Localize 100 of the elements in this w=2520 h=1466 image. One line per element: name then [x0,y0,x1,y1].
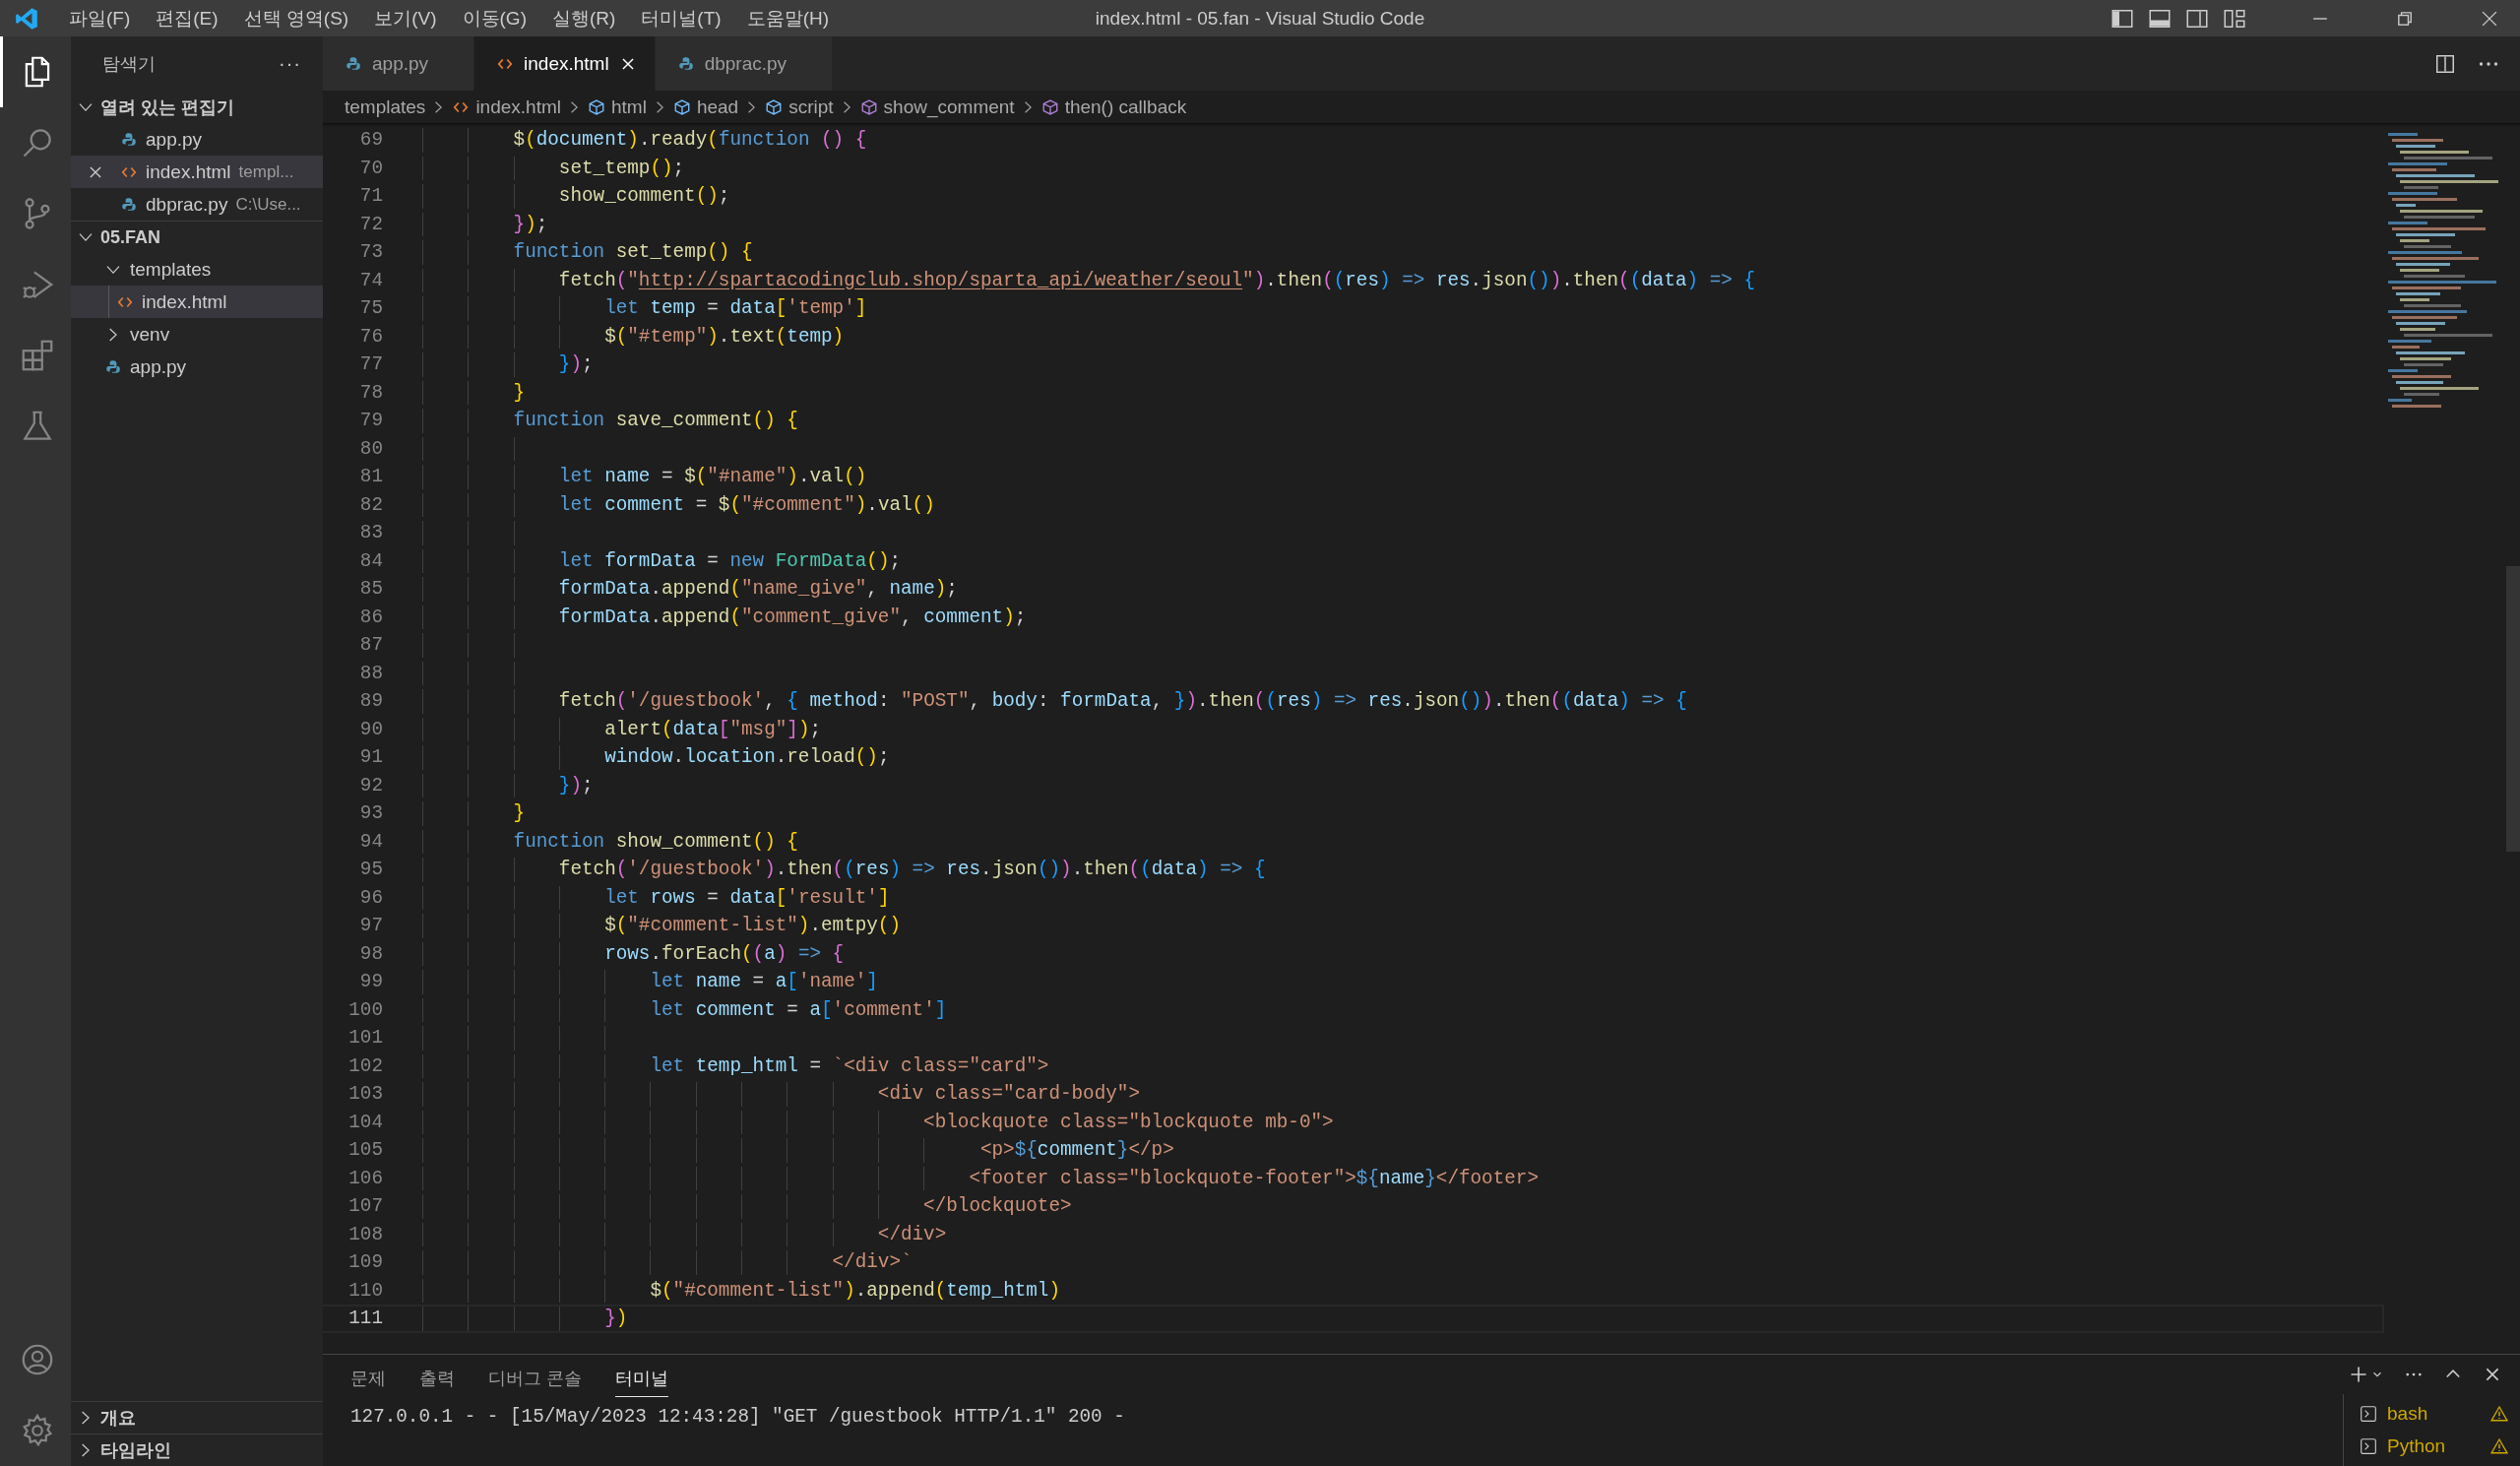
line-number: 73 [358,241,384,264]
line-number: 110 [347,1279,384,1302]
chevron-icon [656,100,663,113]
line-number: 99 [358,971,384,993]
terminal-output: 127.0.0.1 - - [15/May/2023 12:43:28] "GET /guestbook HTTP/1.1" 200 - [350,1406,1126,1428]
tree-item[interactable]: venv [71,318,323,351]
line-number: 76 [358,325,384,348]
breadcrumb-item[interactable]: head [696,96,739,118]
line-number: 86 [358,606,384,628]
breadcrumb-item[interactable]: index.html [475,96,561,118]
line-number: 91 [358,746,384,769]
menu-item[interactable]: 실행(R) [551,5,616,32]
line-number: 80 [358,437,384,460]
menu-item[interactable]: 이동(G) [462,5,527,32]
line-number: 74 [358,269,384,291]
panel-tab[interactable]: 터미널 [615,1360,668,1397]
line-number: 83 [358,522,384,544]
line-number: 95 [358,859,384,881]
line-number: 72 [358,213,384,235]
line-number: 101 [347,1027,384,1050]
line-number: 81 [358,466,384,488]
editor-tab[interactable]: index.html [474,36,656,91]
tree-item[interactable]: templates [71,253,323,286]
line-number: 88 [358,662,384,684]
line-number: 106 [347,1167,384,1189]
line-number: 107 [347,1195,384,1218]
chevron-icon [843,100,850,113]
panel-tab[interactable]: 디버그 콘솔 [488,1360,582,1397]
vscode-logo-icon [14,5,39,32]
line-number: 90 [358,718,384,740]
cube-icon [859,97,878,116]
menu-item[interactable]: 터미널(T) [641,5,722,32]
line-number: 89 [358,690,384,713]
panel-tab[interactable]: 출력 [419,1360,455,1397]
breadcrumb-item[interactable]: templates [345,96,426,118]
python-icon [676,54,695,73]
breadcrumb-item[interactable]: script [788,96,834,118]
cube-icon [1040,97,1059,116]
line-number: 92 [358,774,384,797]
tree-item[interactable]: index.html [71,286,323,318]
line-number: 84 [358,549,384,572]
chevron-icon [106,265,120,274]
line-number: 111 [347,1307,384,1330]
section-header[interactable]: 열려 있는 편집기 [71,91,323,123]
terminal-icon [2360,1437,2377,1455]
line-number: 96 [358,886,384,909]
python-icon [120,130,138,149]
menu-item[interactable]: 도움말(H) [746,5,829,32]
line-number: 78 [358,381,384,404]
cube-icon [672,97,691,116]
line-number: 75 [358,297,384,320]
cube-icon [588,97,605,116]
line-number: 100 [347,998,384,1021]
line-number: 104 [347,1111,384,1133]
line-number: 79 [358,410,384,432]
line-number: 69 [358,129,384,152]
chevron-icon [571,100,578,113]
line-number: 93 [358,802,384,825]
menu-item[interactable]: 보기(V) [374,5,437,32]
line-number: 85 [358,578,384,601]
plus-icon[interactable] [2349,1365,2368,1384]
chevron-icon [109,327,117,342]
line-number: 82 [358,493,384,516]
python-icon [104,357,122,376]
sidebar-title: 탐색기 [102,52,156,76]
line-number: 103 [347,1083,384,1106]
breadcrumb-item[interactable]: html [611,96,647,118]
line-number: 87 [358,634,384,657]
open-editor-item[interactable]: dbprac.py C:\Use... [71,188,323,221]
python-icon [345,54,362,73]
line-number: 94 [358,830,384,853]
terminal-icon [2360,1405,2377,1423]
breadcrumb-item[interactable]: show_comment [883,96,1015,118]
line-number: 105 [347,1139,384,1162]
line-number: 109 [347,1251,384,1274]
python-icon [120,195,138,214]
line-number: 102 [347,1054,384,1077]
terminal-item[interactable]: Python [2344,1430,2520,1463]
tree-item[interactable]: app.py [71,351,323,383]
line-number: 108 [347,1223,384,1245]
cube-icon [765,97,784,116]
chevron-icon [748,100,756,113]
menu-item[interactable]: 선택 영역(S) [243,5,349,32]
more-actions-button[interactable]: ··· [279,52,301,75]
open-editor-item[interactable]: app.py [71,123,323,156]
line-number: 98 [358,942,384,965]
line-number: 70 [358,157,384,179]
terminal-item[interactable]: bash [2344,1397,2520,1431]
menu-item[interactable]: 파일(F) [69,5,131,32]
panel-tab[interactable]: 문제 [350,1360,386,1397]
breadcrumb-item[interactable]: then() callback [1064,96,1187,118]
editor-tab[interactable]: dbprac.py [655,36,834,91]
menu-item[interactable]: 편집(E) [156,5,219,32]
line-number: 97 [358,915,384,937]
window-title: index.html - 05.fan - Visual Studio Code [1095,7,1425,30]
editor-tab[interactable]: app.py [323,36,475,91]
chevron-icon [1024,100,1032,113]
open-editor-item[interactable]: index.html templ... [71,156,323,188]
line-number: 77 [358,353,384,376]
line-number: 71 [358,185,384,208]
